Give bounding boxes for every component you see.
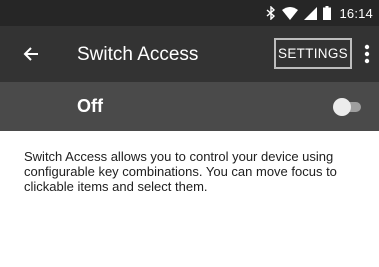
feature-description: Switch Access allows you to control your… bbox=[24, 149, 337, 194]
signal-icon bbox=[304, 6, 318, 20]
wifi-icon bbox=[282, 6, 299, 20]
battery-icon bbox=[323, 6, 332, 20]
page-title: Switch Access bbox=[77, 44, 199, 65]
app-bar: Switch Access SETTINGS bbox=[0, 26, 379, 82]
master-switch-bar[interactable]: Off bbox=[0, 82, 379, 131]
status-time: 16:14 bbox=[339, 5, 373, 21]
bluetooth-icon bbox=[266, 6, 276, 20]
switch-state-label: Off bbox=[77, 96, 103, 116]
toggle-thumb bbox=[333, 98, 351, 116]
back-button[interactable] bbox=[18, 41, 44, 67]
more-vert-icon bbox=[364, 44, 370, 64]
arrow-back-icon bbox=[23, 47, 38, 61]
settings-button[interactable]: SETTINGS bbox=[274, 38, 352, 69]
overflow-menu-button[interactable] bbox=[361, 42, 373, 66]
status-bar: 16:14 bbox=[0, 0, 379, 26]
switch-access-toggle[interactable] bbox=[333, 98, 363, 116]
